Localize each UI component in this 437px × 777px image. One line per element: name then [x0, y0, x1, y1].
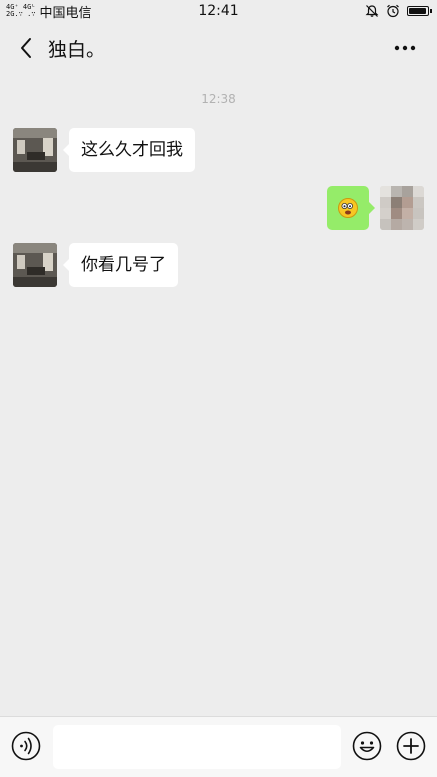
chat-title: 独白。	[48, 38, 106, 61]
status-bar: 4G⁺ 4Gᴸ 2G.∵ .∵ 中国电信 12:41	[0, 0, 437, 22]
more-dots-icon	[394, 45, 416, 51]
voice-button[interactable]	[11, 731, 41, 761]
incoming-message-bubble[interactable]: 这么久才回我	[63, 128, 195, 172]
more-options-button[interactable]	[385, 28, 425, 68]
message-text: 这么久才回我	[81, 140, 183, 160]
back-button[interactable]	[12, 28, 40, 68]
signal-bottom-text: 2G.∵ .∵	[6, 10, 36, 18]
avatar-image-pixelated	[380, 186, 424, 230]
status-time: 12:41	[198, 3, 239, 19]
message-input[interactable]	[53, 725, 341, 769]
signal-indicator: 4G⁺ 4Gᴸ 2G.∵ .∵	[6, 4, 36, 18]
avatar-image	[13, 128, 57, 172]
contact-avatar[interactable]	[13, 243, 57, 287]
voice-icon	[11, 731, 41, 761]
message-text: 你看几号了	[81, 255, 166, 275]
battery-level-fill	[409, 8, 427, 14]
more-functions-button[interactable]	[396, 731, 426, 761]
carrier-name: 中国电信	[39, 5, 92, 21]
status-right	[365, 4, 432, 18]
emoji-icon	[352, 731, 382, 761]
my-avatar[interactable]	[380, 186, 424, 230]
message-timestamp: 12:38	[201, 92, 236, 106]
incoming-message-bubble[interactable]: 你看几号了	[63, 243, 178, 287]
contact-avatar[interactable]	[13, 128, 57, 172]
alarm-clock-icon	[387, 4, 399, 18]
chat-header: 独白。	[0, 22, 437, 74]
avatar-image	[13, 243, 57, 287]
mute-bell-icon	[365, 5, 379, 17]
battery-icon	[407, 6, 432, 16]
chevron-left-icon	[21, 38, 31, 58]
outgoing-message-bubble[interactable]	[327, 186, 375, 230]
input-bar	[0, 716, 437, 777]
status-left: 4G⁺ 4Gᴸ 2G.∵ .∵ 中国电信	[6, 2, 92, 21]
plus-icon	[396, 731, 426, 761]
emoji-button[interactable]	[352, 731, 382, 761]
emoji-sticker-icon	[338, 198, 358, 218]
